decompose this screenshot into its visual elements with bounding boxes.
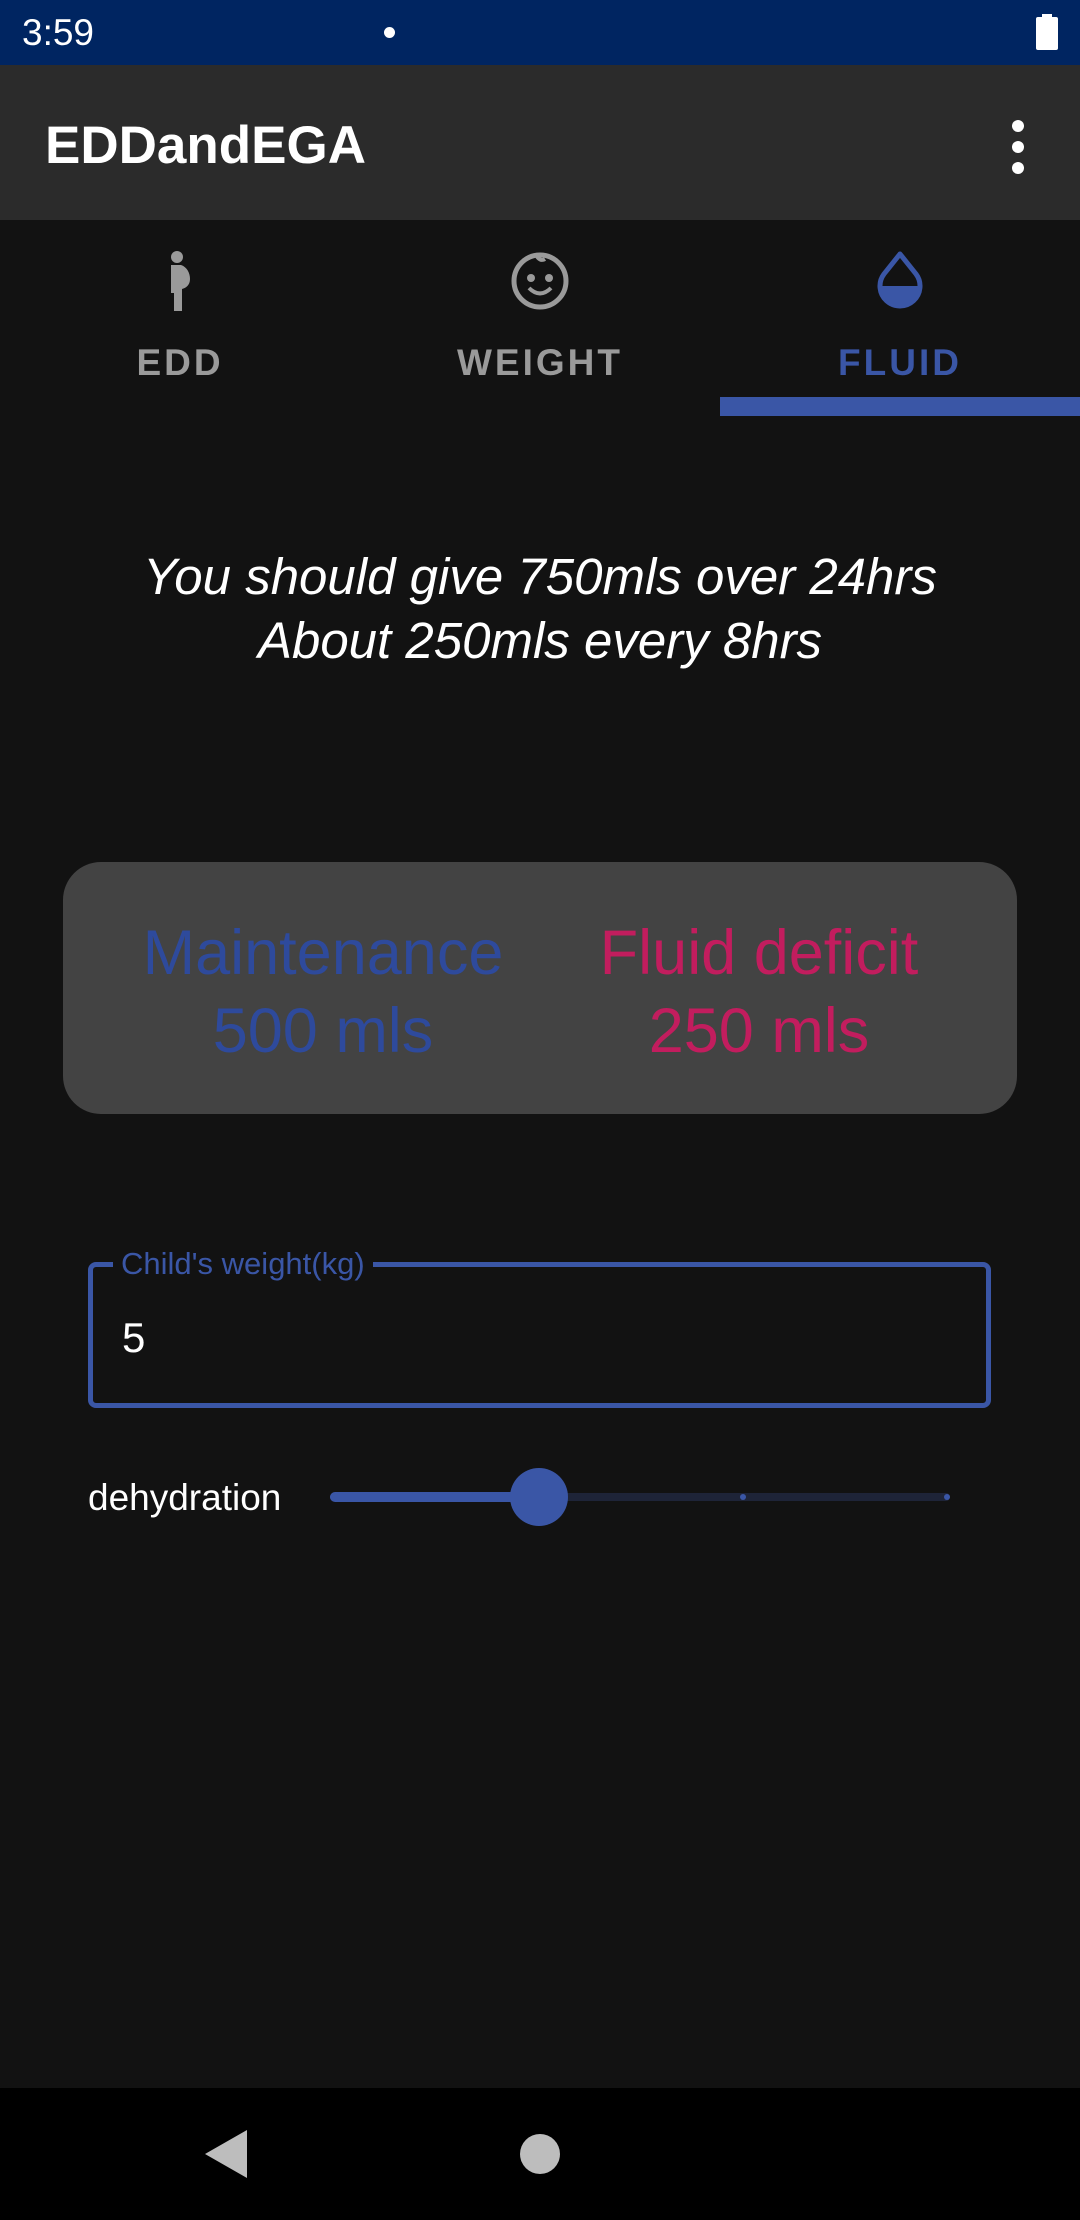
tab-label: WEIGHT — [457, 342, 623, 383]
result-line-total: You should give 750mls over 24hrs — [143, 548, 937, 605]
dehydration-slider-active-track — [330, 1492, 538, 1502]
home-icon[interactable] — [520, 2134, 560, 2174]
tab-label: FLUID — [838, 342, 962, 383]
child-weight-field[interactable] — [88, 1262, 991, 1408]
summary-card: Maintenance 500 mls Fluid deficit 250 ml… — [63, 862, 1017, 1114]
water-drop-icon — [877, 251, 923, 309]
slider-tick — [740, 1494, 746, 1500]
deficit-summary: Fluid deficit 250 mls — [559, 914, 959, 1070]
maintenance-label: Maintenance — [142, 918, 504, 988]
tab-bar: EDD WEIGHT FLUID — [0, 220, 1080, 418]
back-icon[interactable] — [205, 2130, 247, 2178]
fluid-result: You should give 750mls over 24hrs About … — [0, 545, 1080, 673]
dehydration-label: dehydration — [88, 1477, 282, 1518]
notification-dot-icon — [384, 27, 395, 38]
tab-indicator — [720, 397, 1080, 416]
navigation-bar — [0, 2088, 1080, 2220]
maintenance-value: 500 mls — [212, 996, 434, 1066]
more-vert-icon[interactable] — [998, 117, 1038, 177]
child-face-icon — [511, 252, 569, 310]
app-title: EDDandEGA — [45, 116, 366, 175]
maintenance-summary: Maintenance 500 mls — [123, 914, 523, 1070]
result-line-interval: About 250mls every 8hrs — [257, 612, 823, 669]
tab-weight[interactable]: WEIGHT — [360, 220, 720, 418]
status-time: 3:59 — [22, 12, 95, 53]
pregnant-woman-icon — [171, 251, 190, 311]
deficit-value: 250 mls — [648, 996, 870, 1066]
dehydration-slider-thumb[interactable] — [510, 1468, 568, 1526]
deficit-label: Fluid deficit — [599, 918, 919, 988]
tab-edd[interactable]: EDD — [0, 220, 360, 418]
app-bar: EDDandEGA — [0, 65, 1080, 220]
tab-fluid[interactable]: FLUID — [720, 220, 1080, 418]
slider-tick — [944, 1494, 950, 1500]
status-bar: 3:59 — [0, 0, 1080, 65]
tab-label: EDD — [136, 342, 224, 383]
battery-icon — [1036, 14, 1058, 50]
child-weight-value[interactable]: 5 — [122, 1314, 145, 1362]
slider-tick — [330, 1494, 336, 1500]
child-weight-label: Child's weight(kg) — [113, 1246, 373, 1282]
